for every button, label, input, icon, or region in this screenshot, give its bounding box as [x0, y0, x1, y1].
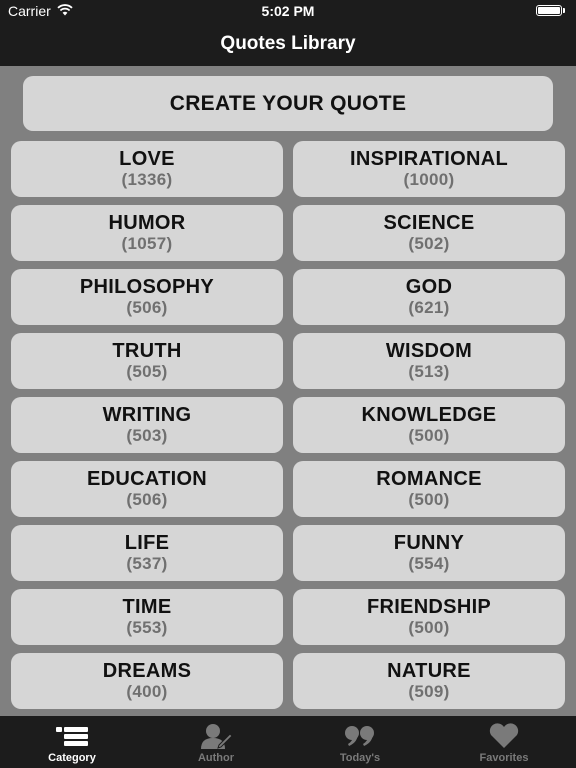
category-card[interactable]: INSPIRATIONAL (1000)	[293, 141, 565, 197]
tab-todays[interactable]: Today's	[288, 716, 432, 768]
category-count: (500)	[408, 490, 450, 509]
category-name: TRUTH	[112, 340, 182, 362]
status-bar: Carrier 5:02 PM	[0, 0, 576, 22]
battery-icon	[536, 4, 568, 17]
category-count: (506)	[126, 298, 168, 317]
category-count: (509)	[408, 682, 450, 701]
category-name: DREAMS	[102, 660, 192, 682]
quote-marks-icon	[343, 723, 377, 749]
category-card[interactable]: SCIENCE (502)	[293, 205, 565, 261]
category-name: FRIENDSHIP	[366, 596, 492, 618]
category-name: EDUCATION	[86, 468, 208, 490]
create-quote-button[interactable]: CREATE YOUR QUOTE	[23, 76, 553, 131]
tab-category[interactable]: Category	[0, 716, 144, 768]
tab-label: Favorites	[479, 752, 529, 764]
category-card[interactable]: ROMANCE (500)	[293, 461, 565, 517]
nav-bar: Quotes Library	[0, 22, 576, 66]
category-name: NATURE	[387, 660, 471, 682]
list-icon	[55, 723, 89, 749]
category-card[interactable]: KNOWLEDGE (500)	[293, 397, 565, 453]
category-count: (400)	[126, 682, 168, 701]
category-count: (554)	[408, 554, 450, 573]
category-name: WRITING	[102, 404, 192, 426]
category-count: (505)	[126, 362, 168, 381]
category-name: WISDOM	[385, 340, 473, 362]
category-card[interactable]: TRUTH (505)	[11, 333, 283, 389]
category-count: (537)	[126, 554, 168, 573]
category-card[interactable]: LIFE (537)	[11, 525, 283, 581]
category-card[interactable]: WISDOM (513)	[293, 333, 565, 389]
category-name: KNOWLEDGE	[361, 404, 497, 426]
category-name: TIME	[122, 596, 172, 618]
category-name: HUMOR	[108, 212, 186, 234]
category-count: (500)	[408, 426, 450, 445]
category-card[interactable]: GOD (621)	[293, 269, 565, 325]
category-count: (513)	[408, 362, 450, 381]
tab-favorites[interactable]: Favorites	[432, 716, 576, 768]
category-count: (621)	[408, 298, 450, 317]
tab-label: Author	[197, 752, 235, 764]
category-card[interactable]: LOVE (1336)	[11, 141, 283, 197]
category-card[interactable]: HUMOR (1057)	[11, 205, 283, 261]
category-card[interactable]: EDUCATION (506)	[11, 461, 283, 517]
category-count: (1336)	[121, 170, 173, 189]
category-count: (1057)	[121, 234, 173, 253]
tab-label: Today's	[339, 752, 381, 764]
category-name: GOD	[405, 276, 453, 298]
category-count: (506)	[126, 490, 168, 509]
category-count: (1000)	[403, 170, 455, 189]
category-name: FUNNY	[393, 532, 465, 554]
page-title: Quotes Library	[220, 33, 356, 54]
tab-author[interactable]: Author	[144, 716, 288, 768]
category-count: (503)	[126, 426, 168, 445]
category-card[interactable]: FUNNY (554)	[293, 525, 565, 581]
category-card[interactable]: NATURE (509)	[293, 653, 565, 709]
category-name: LOVE	[119, 148, 175, 170]
category-card[interactable]: DREAMS (400)	[11, 653, 283, 709]
category-name: SCIENCE	[383, 212, 475, 234]
category-name: INSPIRATIONAL	[350, 148, 508, 170]
category-count: (502)	[408, 234, 450, 253]
category-card[interactable]: WRITING (503)	[11, 397, 283, 453]
heart-icon	[487, 723, 521, 749]
category-count: (500)	[408, 618, 450, 637]
category-card[interactable]: PHILOSOPHY (506)	[11, 269, 283, 325]
status-time: 5:02 PM	[261, 3, 315, 19]
category-grid: LOVE (1336) INSPIRATIONAL (1000) HUMOR (…	[11, 141, 565, 709]
category-name: ROMANCE	[376, 468, 482, 490]
category-card[interactable]: TIME (553)	[11, 589, 283, 645]
tab-label: Category	[48, 752, 96, 764]
category-name: PHILOSOPHY	[79, 276, 215, 298]
tab-bar: Category Author Today's Favorites	[0, 716, 576, 768]
category-name: LIFE	[124, 532, 170, 554]
category-card[interactable]: FRIENDSHIP (500)	[293, 589, 565, 645]
category-content[interactable]: CREATE YOUR QUOTE LOVE (1336) INSPIRATIO…	[0, 66, 576, 716]
category-count: (553)	[126, 618, 168, 637]
author-icon	[199, 723, 233, 749]
